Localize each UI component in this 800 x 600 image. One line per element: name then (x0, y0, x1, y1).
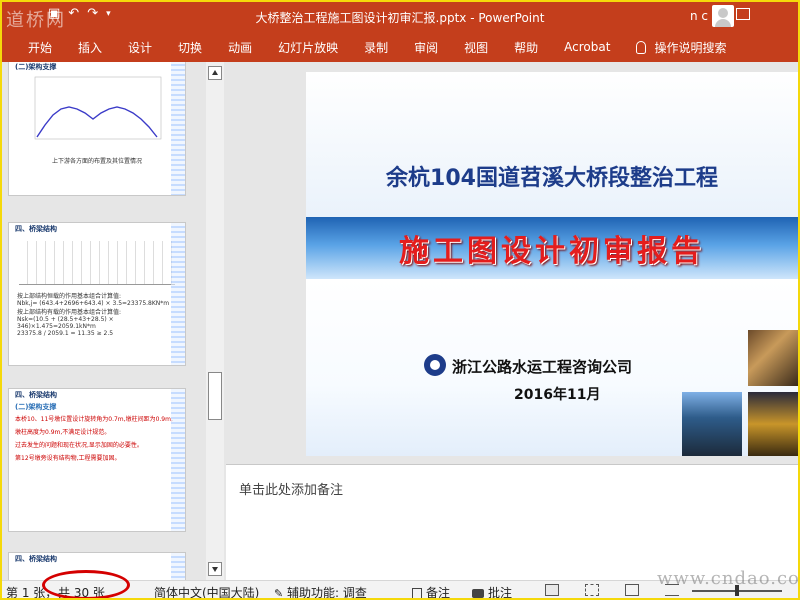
accessibility-label: 辅助功能: 调查 (287, 586, 367, 600)
powerpoint-window: 道桥网 ▣ ↶ ↷ ▾ 大桥整治工程施工图设计初审汇报.pptx - Power… (0, 0, 800, 600)
company-name[interactable]: 浙江公路水运工程咨询公司 (452, 356, 632, 377)
thumbnail-caption: 上下游各方面的布置及其位置情况 (51, 158, 142, 165)
thumbnail-chart (34, 76, 162, 140)
current-slide[interactable]: 余杭104国道苕溪大桥段整治工程 施工图设计初审报告 浙江公路水运工程咨询公司 … (306, 72, 798, 456)
thumbnail-bullet: 本桥10、11号墩位置设计旋转角为0.7m,墩柱间距为0.9m, (15, 416, 173, 423)
thumbnail-line: Nbk,j= (643.4+2696+643.4) × 3.5=23375.8K… (17, 300, 170, 307)
slide-sorter-icon[interactable] (585, 584, 599, 596)
slide-date[interactable]: 2016年11月 (514, 384, 600, 404)
thumbnail-section: (二)架构支撑 (15, 63, 57, 71)
accessibility-icon: ✎ (274, 587, 284, 600)
title-bar: 道桥网 ▣ ↶ ↷ ▾ 大桥整治工程施工图设计初审汇报.pptx - Power… (2, 2, 798, 32)
scroll-up-icon[interactable] (208, 66, 222, 80)
tell-me-search[interactable]: 操作说明搜索 (636, 39, 726, 56)
thumbnail-line: 23375.8 / 2059.1 = 11.35 ≥ 2.5 (17, 330, 114, 337)
slide-editing-area: 余杭104国道苕溪大桥段整治工程 施工图设计初审报告 浙江公路水运工程咨询公司 … (226, 62, 798, 462)
slide-thumbnails-panel: (二)架构支撑 上下游各方面的布置及其位置情况 四、桥梁结构 按上部结构恒载的作… (2, 62, 202, 580)
avatar[interactable] (712, 5, 734, 27)
user-name[interactable]: n c (690, 9, 708, 23)
thumbnail-bullet: 墩柱高度为0.9m,不满足设计规范。 (15, 429, 111, 436)
tab-help[interactable]: 帮助 (514, 39, 538, 56)
comments-icon (472, 589, 484, 598)
slide-title[interactable]: 余杭104国道苕溪大桥段整治工程 (306, 160, 798, 192)
tab-insert[interactable]: 插入 (78, 39, 102, 56)
thumbnail-border-pattern (171, 553, 185, 580)
thumbnail-bullet: 第12号墩旁设有结构物,工程需要加固。 (15, 455, 121, 462)
scroll-down-icon[interactable] (208, 562, 222, 576)
notes-pane[interactable]: 单击此处添加备注 (226, 464, 798, 580)
interchange-photo (748, 392, 798, 456)
tab-slideshow[interactable]: 幻灯片放映 (278, 39, 338, 56)
tab-transitions[interactable]: 切换 (178, 39, 202, 56)
tab-view[interactable]: 视图 (464, 39, 488, 56)
watermark-bottom: www.cndao.com (657, 568, 800, 589)
ribbon-tabs: 开始 插入 设计 切换 动画 幻灯片放映 录制 审阅 视图 帮助 Acrobat… (2, 32, 798, 62)
accessibility-status[interactable]: ✎ 辅助功能: 调查 (274, 584, 367, 600)
building-photo (682, 392, 742, 456)
thumbnail-line: Nsk=(10.5 + (28.5+43+28.5) × 346)×1.475=… (17, 316, 114, 330)
thumbnail-border-pattern (171, 62, 185, 195)
document-title: 大桥整治工程施工图设计初审汇报.pptx - PowerPoint (255, 11, 545, 25)
tab-design[interactable]: 设计 (128, 39, 152, 56)
thumbnail-section: 四、桥梁结构 (15, 555, 57, 563)
tab-acrobat[interactable]: Acrobat (564, 40, 610, 54)
slide-thumbnail[interactable]: 四、桥梁结构 按上部结构恒载的作用基本组合计算值: Nbk,j= (643.4+… (8, 222, 186, 366)
language-status[interactable]: 简体中文(中国大陆) (154, 584, 259, 598)
reading-view-icon[interactable] (625, 584, 639, 596)
normal-view-icon[interactable] (545, 584, 559, 596)
notes-placeholder: 单击此处添加备注 (239, 483, 344, 498)
notes-icon (412, 587, 422, 598)
slide-thumbnail[interactable]: 四、桥梁结构 (二)架构支撑 本桥10、11号墩位置设计旋转角为0.7m,墩柱间… (8, 388, 186, 532)
thumbnail-diagram (19, 241, 175, 285)
thumbnail-line: 按上部结构恒载的作用基本组合计算值: (17, 293, 122, 300)
scrollbar-thumb[interactable] (208, 372, 222, 420)
thumbnail-border-pattern (171, 223, 185, 365)
tab-animations[interactable]: 动画 (228, 39, 252, 56)
slide-subtitle[interactable]: 施工图设计初审报告 (306, 226, 798, 270)
tab-record[interactable]: 录制 (364, 39, 388, 56)
thumbnail-section: 四、桥梁结构 (15, 391, 57, 399)
annotation-circle (42, 570, 130, 598)
ribbon-display-options-icon[interactable] (736, 8, 750, 20)
comments-button[interactable]: 批注 (472, 584, 513, 600)
thumbnail-subsection: (二)架构支撑 (15, 403, 57, 411)
company-logo-icon (424, 354, 446, 376)
tab-home[interactable]: 开始 (28, 39, 52, 56)
thumbnails-scrollbar[interactable] (206, 62, 224, 580)
slide-thumbnail[interactable]: (二)架构支撑 上下游各方面的布置及其位置情况 (8, 62, 186, 196)
lightbulb-icon (636, 40, 647, 54)
slide-top-band (306, 72, 798, 217)
thumbnail-line: 按上部结构有载的作用基本组合计算值: (17, 309, 122, 316)
comments-label: 批注 (488, 586, 513, 600)
tab-review[interactable]: 审阅 (414, 39, 438, 56)
tell-me-label: 操作说明搜索 (654, 40, 727, 55)
thumbnail-section: 四、桥梁结构 (15, 225, 57, 233)
notes-label: 备注 (426, 586, 451, 600)
interior-photo (748, 330, 798, 386)
thumbnail-bullet: 过去发生的问题和现在状况,显示加固的必要性。 (15, 442, 143, 449)
thumbnail-border-pattern (171, 389, 185, 531)
notes-button[interactable]: 备注 (412, 584, 451, 600)
